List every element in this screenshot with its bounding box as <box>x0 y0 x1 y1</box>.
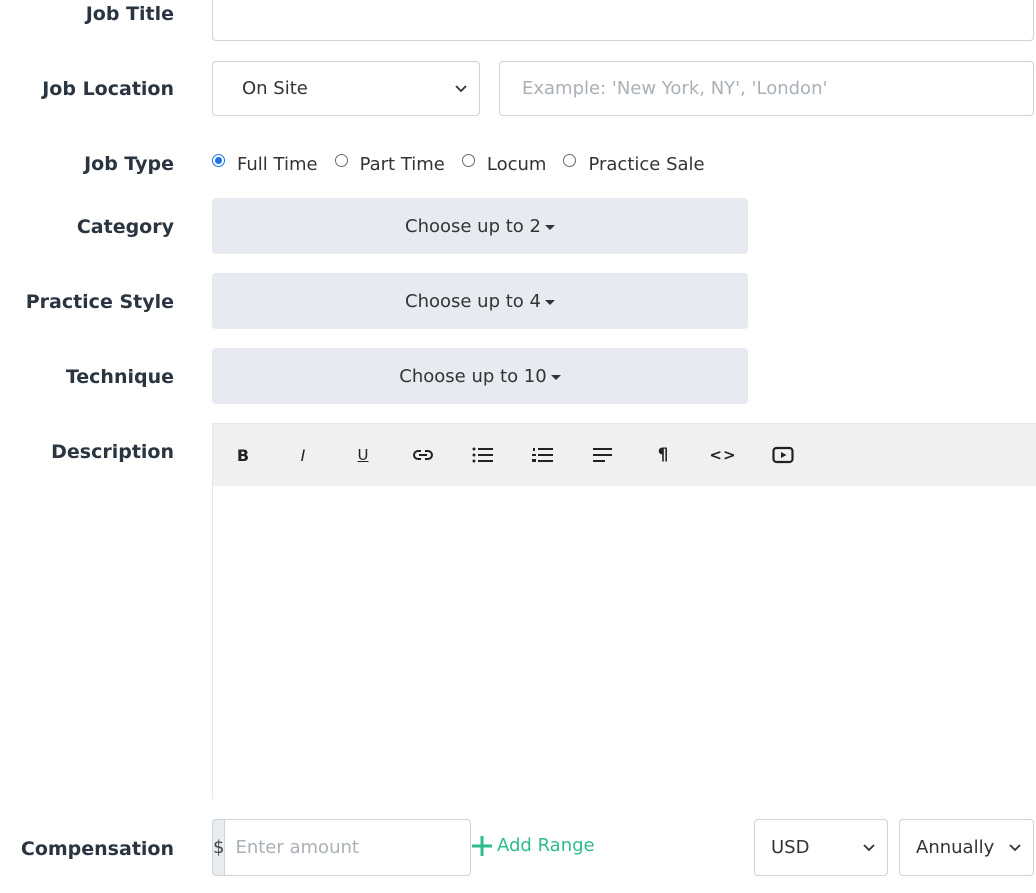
radio-practice-sale[interactable]: Practice Sale <box>563 153 705 175</box>
align-left-icon <box>593 448 612 462</box>
underline-button[interactable]: U <box>333 435 393 475</box>
numbered-list-button[interactable] <box>513 435 573 475</box>
add-range-label: Add Range <box>497 835 595 856</box>
caret-down-icon <box>544 224 555 230</box>
description-editor: B I U ¶ <> <box>212 423 1036 799</box>
technique-dropdown-button[interactable]: Choose up to 10 <box>212 348 748 404</box>
radio-locum-circle[interactable] <box>461 153 475 167</box>
practice-style-dropdown-text: Choose up to 4 <box>405 290 541 312</box>
period-select[interactable]: Annually <box>899 819 1034 876</box>
chevron-down-icon <box>1009 843 1021 851</box>
job-location-label: Job Location <box>42 78 174 100</box>
bold-icon: B <box>236 445 250 465</box>
italic-button[interactable]: I <box>273 435 333 475</box>
technique-label: Technique <box>65 366 174 388</box>
chevron-down-icon <box>863 843 875 851</box>
underline-icon: U <box>357 446 369 464</box>
currency-select[interactable]: USD <box>754 819 888 876</box>
description-editor-body[interactable] <box>213 486 1036 799</box>
video-icon <box>772 446 794 464</box>
job-type-label: Job Type <box>84 153 174 175</box>
numbered-list-icon <box>532 448 553 462</box>
link-icon <box>413 450 433 460</box>
radio-part-time-circle[interactable] <box>334 153 348 167</box>
radio-full-time-label: Full Time <box>237 153 318 175</box>
compensation-amount-group: $ <box>212 819 472 876</box>
category-label: Category <box>76 216 174 238</box>
radio-full-time[interactable]: Full Time <box>212 153 318 175</box>
radio-part-time-label: Part Time <box>359 153 445 175</box>
editor-toolbar: B I U ¶ <> <box>213 424 1036 486</box>
category-dropdown-text: Choose up to 2 <box>405 215 541 237</box>
align-button[interactable] <box>573 435 633 475</box>
italic-icon: I <box>300 445 306 465</box>
radio-locum-label: Locum <box>486 153 547 175</box>
job-location-input[interactable] <box>499 61 1034 116</box>
plus-icon <box>472 835 492 856</box>
job-location-select-value: On Site <box>242 78 308 99</box>
code-button[interactable]: <> <box>693 435 753 475</box>
bullet-list-button[interactable] <box>453 435 513 475</box>
add-range-link[interactable]: Add Range <box>472 835 595 856</box>
link-button[interactable] <box>393 435 453 475</box>
job-post-form: Job Title Job Location On Site Job Type … <box>0 0 1036 893</box>
caret-down-icon <box>550 374 561 380</box>
radio-full-time-circle[interactable] <box>212 153 225 167</box>
video-button[interactable] <box>753 435 813 475</box>
job-location-select[interactable]: On Site <box>212 61 480 116</box>
category-dropdown-button[interactable]: Choose up to 2 <box>212 198 748 254</box>
job-title-input[interactable] <box>212 0 1034 41</box>
job-title-label: Job Title <box>85 3 174 25</box>
paragraph-icon: ¶ <box>657 445 669 465</box>
bold-button[interactable]: B <box>213 435 273 475</box>
period-select-value: Annually <box>916 837 995 858</box>
caret-down-icon <box>544 299 555 305</box>
compensation-label: Compensation <box>20 838 174 860</box>
practice-style-label: Practice Style <box>25 291 174 313</box>
description-label: Description <box>51 441 174 463</box>
paragraph-button[interactable]: ¶ <box>633 435 693 475</box>
radio-part-time[interactable]: Part Time <box>334 153 445 175</box>
practice-style-dropdown-button[interactable]: Choose up to 4 <box>212 273 748 329</box>
job-type-radio-group: Full Time Part Time Locum Practice Sale <box>212 150 722 178</box>
chevron-down-icon <box>455 84 467 92</box>
bullet-list-icon <box>472 447 493 463</box>
currency-select-value: USD <box>771 837 810 858</box>
radio-practice-sale-circle[interactable] <box>563 153 577 167</box>
radio-practice-sale-label: Practice Sale <box>588 153 705 175</box>
code-icon: <> <box>709 446 737 464</box>
technique-dropdown-text: Choose up to 10 <box>399 365 547 387</box>
compensation-amount-input[interactable] <box>224 819 472 876</box>
radio-locum[interactable]: Locum <box>461 153 547 175</box>
currency-symbol-addon: $ <box>212 819 225 876</box>
